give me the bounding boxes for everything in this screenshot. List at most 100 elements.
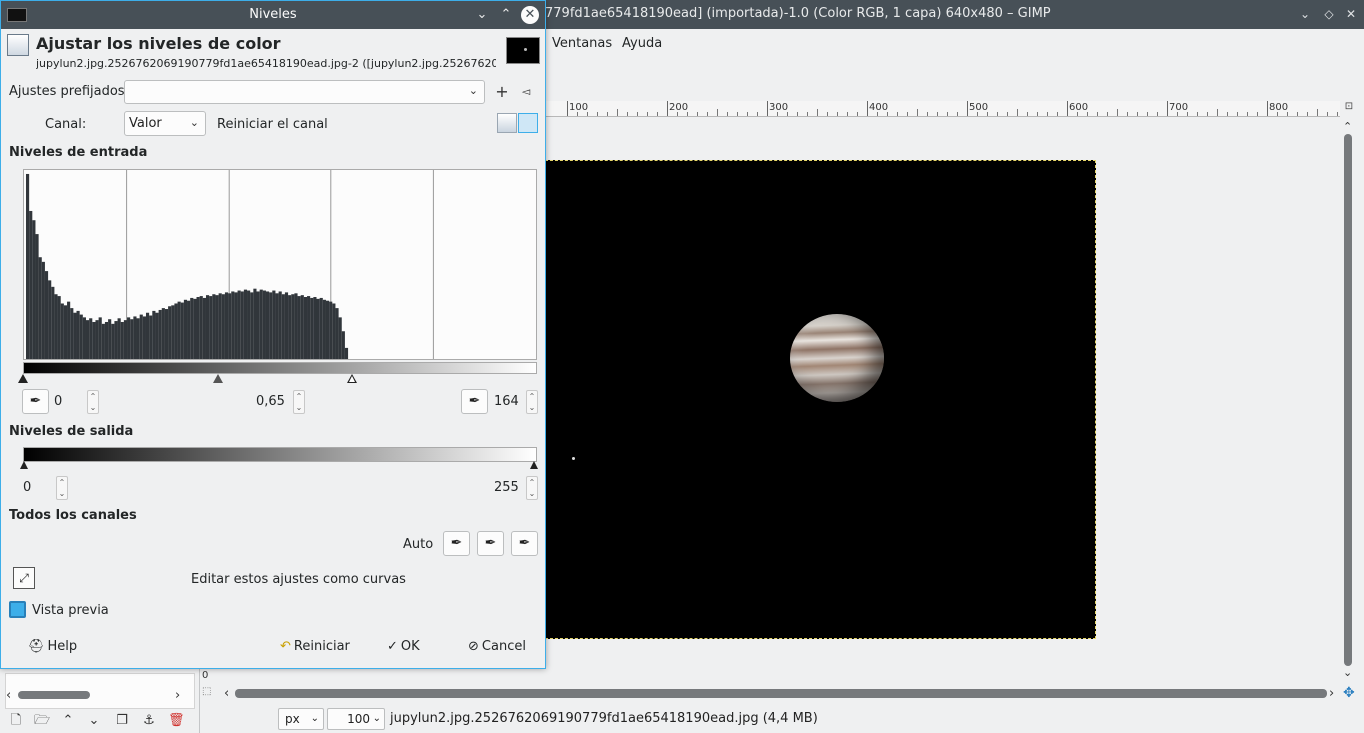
navigate-icon[interactable]: ⊡	[1340, 101, 1358, 117]
ruler-minor-tick	[1297, 112, 1298, 116]
histogram-bar	[73, 312, 77, 359]
close-icon[interactable]: ✕	[521, 6, 539, 24]
pick-white-icon[interactable]: ✒	[511, 531, 538, 556]
spin-arrows-icon[interactable]: ⌃ ⌄	[526, 476, 538, 500]
preview-checkbox[interactable]	[9, 601, 26, 618]
ruler-label: 700	[1169, 102, 1189, 113]
anchor-icon[interactable]: ⚓	[141, 713, 157, 729]
histogram-bar	[319, 297, 323, 359]
pick-black-icon[interactable]: ✒	[443, 531, 470, 556]
histogram-bar	[174, 303, 178, 359]
histogram-bar	[187, 300, 191, 359]
output-low-handle[interactable]	[20, 461, 28, 469]
ruler-minor-tick	[1247, 112, 1248, 116]
help-button[interactable]: ⛑ Help	[28, 635, 77, 659]
input-high-handle[interactable]	[347, 374, 357, 383]
histogram-bar	[161, 308, 165, 359]
dock-scroll-left-icon[interactable]: ‹	[6, 688, 11, 703]
spin-arrows-icon[interactable]: ⌃ ⌄	[56, 476, 68, 500]
auto-button[interactable]: Auto	[403, 537, 433, 552]
histogram-bar	[79, 314, 83, 359]
quick-mask-icon[interactable]: ⬚	[202, 686, 211, 697]
horizontal-scroll-thumb[interactable]	[235, 689, 1327, 698]
chevron-up-icon[interactable]: ⌃	[497, 6, 515, 24]
histogram-bar	[130, 319, 134, 359]
histogram-bar	[57, 296, 61, 359]
histogram-bar	[104, 321, 109, 359]
scroll-down-icon[interactable]: ⌄	[1343, 666, 1352, 679]
folder-icon[interactable]: 🗁	[34, 713, 50, 729]
ruler-minor-tick	[1177, 112, 1178, 116]
histogram-bar	[136, 318, 140, 359]
presets-combo[interactable]: ⌄	[124, 80, 485, 104]
dock-scroll-right-icon[interactable]: ›	[175, 688, 180, 703]
minimize-icon[interactable]: ⌄	[1296, 5, 1314, 23]
black-point-picker-icon[interactable]: ✒	[22, 389, 49, 414]
ruler-minor-tick	[1077, 112, 1078, 116]
linear-histogram-icon[interactable]	[497, 113, 517, 133]
menu-ayuda[interactable]: Ayuda	[622, 36, 662, 51]
input-gamma-handle[interactable]	[213, 374, 223, 383]
spin-arrows-icon[interactable]: ⌃ ⌄	[526, 390, 538, 414]
ok-button[interactable]: ✓ OK	[387, 635, 420, 659]
new-layer-icon[interactable]: 🗋	[8, 713, 24, 729]
scroll-right-icon[interactable]: ›	[1329, 686, 1334, 701]
histogram-bar	[190, 297, 194, 359]
output-high-field[interactable]: 255	[494, 476, 526, 500]
histogram[interactable]	[23, 169, 537, 360]
histogram-bar	[67, 301, 71, 359]
output-low-field[interactable]: 0	[23, 476, 57, 500]
reset-button[interactable]: ↶ Reiniciar	[280, 635, 350, 659]
raise-icon[interactable]: ⌃	[60, 713, 76, 729]
scroll-left-icon[interactable]: ‹	[224, 686, 229, 701]
input-low-field[interactable]: 0	[54, 390, 88, 414]
lower-icon[interactable]: ⌄	[86, 713, 102, 729]
ruler-minor-tick	[627, 112, 628, 116]
maximize-icon[interactable]: ◇	[1320, 5, 1338, 23]
curves-icon[interactable]: ⤢	[13, 567, 35, 589]
close-icon[interactable]: ✕	[1342, 5, 1360, 23]
dialog-titlebar[interactable]: Niveles ⌄ ⌃ ✕	[1, 1, 545, 29]
ruler-top[interactable]: 100 200 300 400 500 600 700 800	[545, 101, 1340, 117]
spin-arrows-icon[interactable]: ⌃ ⌄	[293, 390, 305, 414]
ruler-minor-tick	[847, 112, 848, 116]
reset-channel-button[interactable]: Reiniciar el canal	[217, 117, 328, 132]
spin-arrows-icon[interactable]: ⌃ ⌄	[87, 390, 99, 414]
histogram-bar	[310, 297, 314, 359]
white-point-picker-icon[interactable]: ✒	[461, 389, 488, 414]
input-gradient-bar[interactable]	[23, 362, 537, 374]
move-navigate-icon[interactable]: ✥	[1343, 685, 1355, 701]
channel-combo[interactable]: Valor ⌄	[124, 111, 206, 136]
input-high-field[interactable]: 164	[494, 390, 526, 414]
output-gradient-bar[interactable]	[23, 447, 537, 462]
vertical-scroll-thumb[interactable]	[1344, 134, 1352, 666]
output-high-handle[interactable]	[530, 461, 538, 469]
menu-ventanas[interactable]: Ventanas	[552, 36, 612, 51]
input-low-handle[interactable]	[18, 374, 28, 383]
edit-as-curves-button[interactable]: Editar estos ajustes como curvas	[191, 572, 406, 587]
ruler-label: 500	[969, 102, 989, 113]
log-histogram-icon[interactable]	[518, 113, 538, 133]
image-canvas[interactable]	[545, 160, 1096, 639]
chevron-down-icon[interactable]: ⌄	[473, 6, 491, 24]
pick-gray-icon[interactable]: ✒	[477, 531, 504, 556]
ruler-tick	[867, 101, 868, 116]
dock-scroll-thumb[interactable]	[18, 691, 90, 699]
input-gamma-field[interactable]: 0,65	[256, 390, 294, 414]
ruler-minor-tick	[757, 112, 758, 116]
gimp-menubar: Ventanas Ayuda	[545, 29, 1364, 57]
delete-icon[interactable]: 🗑	[168, 713, 185, 729]
scroll-up-icon[interactable]: ⌃	[1343, 120, 1352, 133]
histogram-bar	[335, 308, 339, 359]
ruler-minor-tick	[887, 112, 888, 116]
histogram-bar	[111, 323, 115, 359]
ruler-minor-tick	[1057, 112, 1058, 116]
zoom-select[interactable]: 100 % ⌄	[327, 708, 385, 733]
add-preset-icon[interactable]: +	[492, 82, 512, 102]
duplicate-icon[interactable]: ❐	[114, 713, 130, 729]
unit-select[interactable]: px ⌄	[278, 708, 324, 730]
histogram-bar	[117, 318, 121, 359]
canvas-area[interactable]	[545, 117, 1340, 685]
cancel-button[interactable]: ⊘ Cancel	[468, 635, 526, 659]
preset-menu-icon[interactable]: ◅	[516, 82, 536, 102]
